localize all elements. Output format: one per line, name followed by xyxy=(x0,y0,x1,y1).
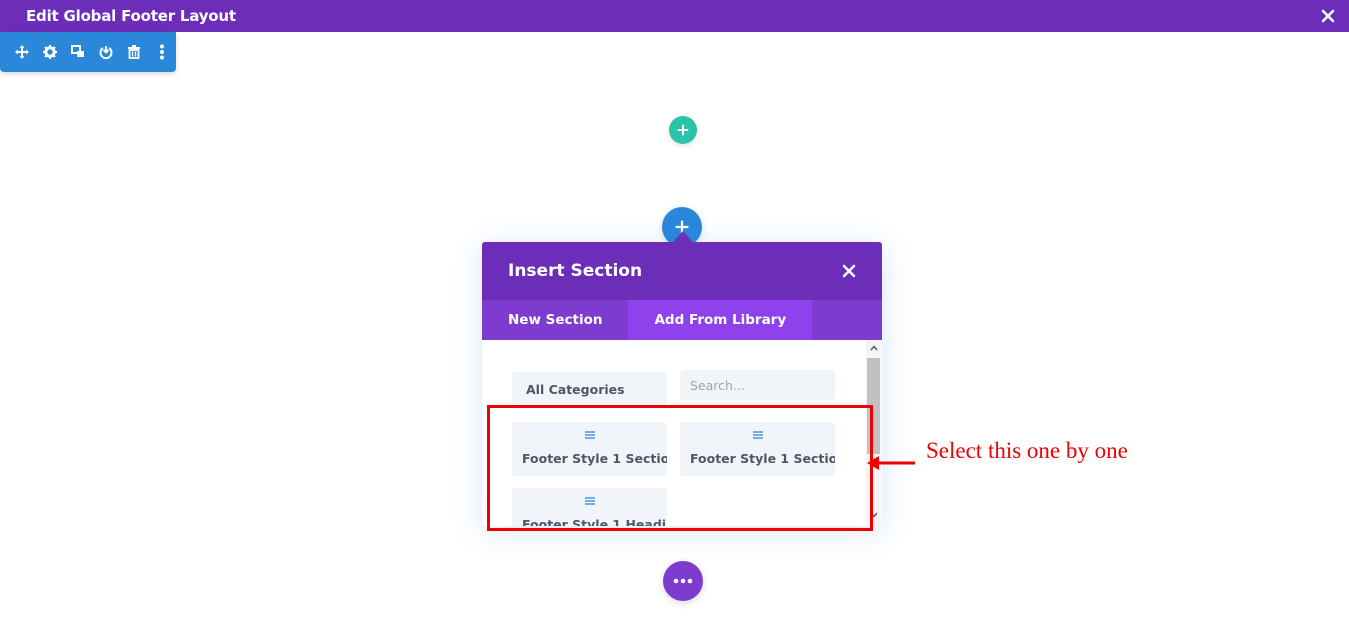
layout-icon xyxy=(680,431,835,439)
library-item[interactable]: Footer Style 1 Heading 1 xyxy=(512,488,667,526)
layout-icon xyxy=(512,431,667,439)
library-panel: All Categories Footer Style 1 Section 2 … xyxy=(482,340,882,526)
layout-icon xyxy=(512,497,667,505)
chevron-down-icon[interactable] xyxy=(868,509,879,521)
insert-section-modal: Insert Section New Section Add From Libr… xyxy=(482,242,882,526)
library-item[interactable]: Footer Style 1 Section 1 xyxy=(680,422,835,476)
modal-title: Insert Section xyxy=(508,261,643,281)
trash-icon[interactable] xyxy=(124,42,144,62)
scrollbar-thumb[interactable] xyxy=(867,358,880,454)
search-input[interactable] xyxy=(680,370,835,400)
library-item[interactable]: Footer Style 1 Section 2 xyxy=(512,422,667,476)
gear-icon[interactable] xyxy=(40,42,60,62)
window-title: Edit Global Footer Layout xyxy=(26,7,236,25)
library-item-label: Footer Style 1 Section 1 xyxy=(690,451,835,466)
builder-header: Edit Global Footer Layout xyxy=(0,0,1349,32)
arrow-icon xyxy=(867,456,915,470)
more-options-button[interactable] xyxy=(663,561,703,601)
chevron-up-icon[interactable] xyxy=(868,342,879,354)
save-icon[interactable] xyxy=(96,42,116,62)
category-select[interactable]: All Categories xyxy=(512,372,667,406)
scrollbar[interactable] xyxy=(866,340,881,526)
modal-tabs: New Section Add From Library xyxy=(482,300,882,340)
section-toolbar xyxy=(0,32,176,72)
close-icon[interactable] xyxy=(1317,5,1339,27)
tab-add-from-library[interactable]: Add From Library xyxy=(628,300,813,340)
library-item-label: Footer Style 1 Heading 1 xyxy=(522,517,667,526)
close-icon[interactable] xyxy=(840,262,858,280)
modal-pointer xyxy=(673,231,693,242)
duplicate-icon[interactable] xyxy=(68,42,88,62)
tab-new-section[interactable]: New Section xyxy=(482,300,628,340)
library-item-label: Footer Style 1 Section 2 xyxy=(522,451,667,466)
add-row-button[interactable] xyxy=(669,116,697,144)
modal-header: Insert Section xyxy=(482,242,882,300)
annotation-text: Select this one by one xyxy=(926,438,1128,463)
move-icon[interactable] xyxy=(12,42,32,62)
more-vertical-icon[interactable] xyxy=(152,42,172,62)
